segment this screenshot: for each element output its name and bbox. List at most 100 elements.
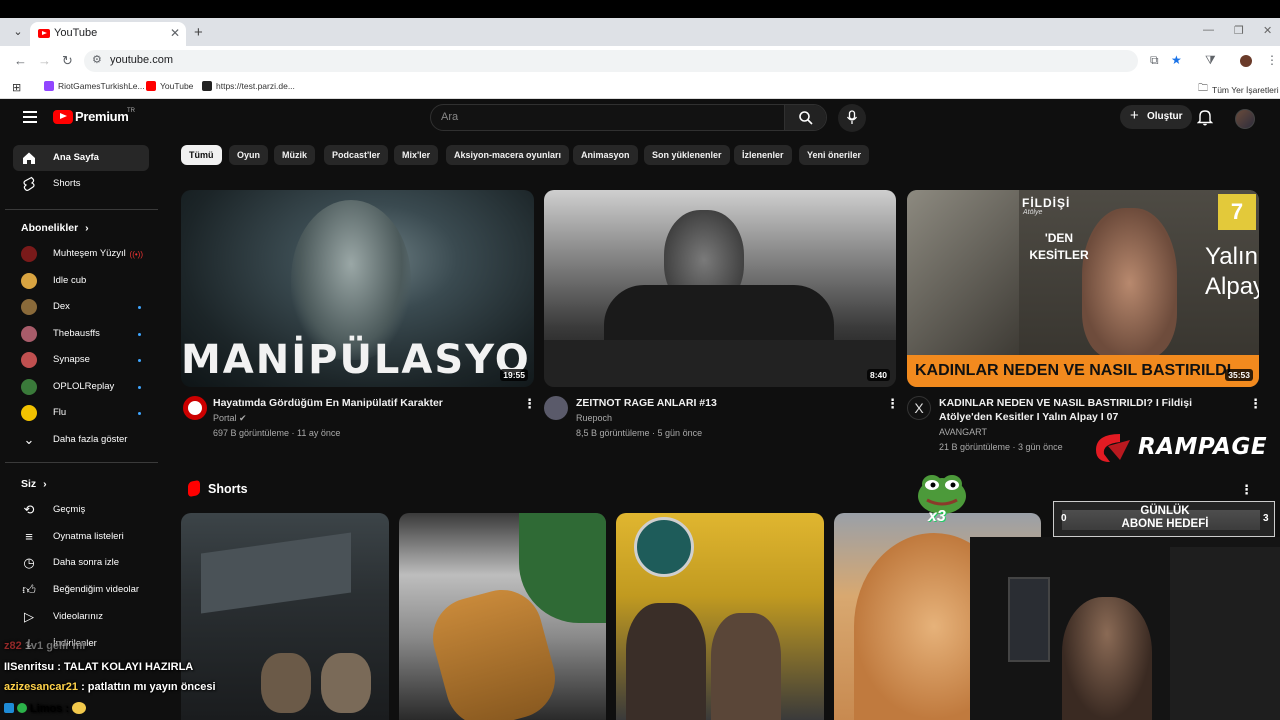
home-icon [23, 152, 35, 164]
install-app-icon[interactable]: ⧉ [1150, 53, 1159, 68]
chat-message: azizesancar21 : patlattın mı yayın önces… [4, 681, 216, 693]
you-heading-label: Siz [21, 478, 37, 490]
tab-search-icon[interactable]: ⌄ [10, 24, 26, 40]
youtube-play-icon [53, 109, 73, 124]
notifications-bell-icon[interactable] [1197, 108, 1213, 126]
voice-search-button[interactable] [838, 104, 866, 132]
chevron-right-icon: › [43, 478, 47, 490]
short-thumbnail[interactable] [399, 513, 606, 720]
sidebar-item-playlists[interactable]: ≡ Oynatma listeleri [13, 524, 149, 550]
video-title[interactable]: Hayatımda Gördüğüm En Manipülatif Karakt… [213, 396, 513, 410]
menu-icon[interactable] [23, 111, 37, 126]
video-thumbnail[interactable]: MANİPÜLASYON 19:55 [181, 190, 534, 387]
chip-new-to-you[interactable]: Yeni öneriler [799, 145, 870, 165]
channel-avatar[interactable] [544, 396, 568, 420]
chip-recently-uploaded[interactable]: Son yüklenenler [644, 145, 730, 165]
search-button[interactable] [784, 105, 826, 130]
chip-music[interactable]: Müzik [274, 145, 316, 165]
watch-later-icon: ◷ [23, 555, 35, 570]
video-channel[interactable]: AVANGART [939, 427, 987, 437]
browser-menu-icon[interactable]: ⋮ [1266, 53, 1278, 67]
live-icon: ((•)) [129, 250, 143, 259]
chip-mixes[interactable]: Mix'ler [394, 145, 439, 165]
tab-close-icon[interactable]: ✕ [170, 26, 180, 40]
chip-watched[interactable]: İzlenenler [734, 145, 792, 165]
channel-avatar [21, 352, 37, 368]
channel-avatar[interactable] [183, 396, 207, 420]
extensions-icon[interactable]: ⧩ [1205, 53, 1216, 68]
sidebar-sub-idlecub[interactable]: Idle cub [13, 268, 149, 294]
window-close-icon[interactable]: ✕ [1263, 24, 1272, 37]
new-tab-icon[interactable]: + [194, 24, 203, 41]
chip-podcasts[interactable]: Podcast'ler [324, 145, 389, 165]
chevron-down-icon: ⌄ [23, 432, 35, 447]
subscriptions-heading[interactable]: Abonelikler › [21, 222, 89, 234]
channel-avatar[interactable]: X [907, 396, 931, 420]
youtube-favicon-icon [38, 29, 50, 38]
profile-icon[interactable] [1240, 55, 1252, 67]
search-input[interactable]: Ara [430, 104, 827, 131]
channel-avatar [21, 273, 37, 289]
chip-action-adventure[interactable]: Aksiyon-macera oyunları [446, 145, 570, 165]
create-button[interactable]: + Oluştur [1120, 105, 1192, 129]
tab-youtube[interactable]: YouTube ✕ [30, 22, 186, 46]
minimize-icon[interactable]: — [1203, 24, 1214, 36]
video-title[interactable]: ZEITNOT RAGE ANLARI #13 [576, 396, 876, 410]
chat-text: : TALAT KOLAYI HAZIRLA [57, 661, 194, 673]
bookmark-riot[interactable]: RiotGamesTurkishLe... [44, 81, 145, 91]
more-options-icon[interactable]: ⋮ [886, 396, 899, 412]
sidebar-sub-synapse[interactable]: Synapse [13, 347, 149, 373]
person-shape [321, 653, 371, 713]
url-field[interactable]: ⚙ youtube.com [84, 50, 1138, 72]
chip-all[interactable]: Tümü [181, 145, 222, 165]
chat-badge-icon [4, 703, 14, 713]
your-videos-icon: ▷ [24, 609, 34, 624]
site-info-icon[interactable]: ⚙ [92, 53, 102, 66]
chat-user: azizesancar21 [4, 681, 78, 693]
more-options-icon[interactable]: ⋮ [523, 396, 536, 412]
bookmark-parzi[interactable]: https://test.parzi.de... [202, 81, 295, 91]
video-channel[interactable]: Portal ✔ [213, 413, 247, 424]
url-text: youtube.com [110, 54, 173, 66]
account-avatar[interactable] [1235, 109, 1255, 129]
bookmark-star-icon[interactable]: ★ [1171, 53, 1182, 67]
sidebar-sub-flu[interactable]: Flu [13, 400, 149, 426]
video-thumbnail[interactable]: 8:40 [544, 190, 896, 387]
rampage-logo-icon [1096, 434, 1130, 462]
sidebar-sub-oplolreplay[interactable]: OPLOLReplay [13, 374, 149, 400]
sidebar-sub-dex[interactable]: Dex [13, 294, 149, 320]
forward-icon[interactable]: → [38, 53, 51, 68]
video-thumbnail[interactable]: FİLDİŞİ Atölye 'DEN KESİTLER Yalın Alpay… [907, 190, 1259, 387]
video-duration: 35:53 [1225, 369, 1253, 381]
sidebar-show-more[interactable]: ⌄ Daha fazla göster [13, 427, 149, 453]
youtube-logo[interactable]: Premium TR [53, 108, 135, 124]
sidebar-item-shorts[interactable]: Shorts [13, 171, 149, 197]
reload-icon[interactable]: ↻ [62, 53, 73, 69]
sidebar-sub-muhtesem[interactable]: Muhteşem Yüzyıl ((•)) [13, 241, 149, 267]
sidebar-item-liked[interactable]: 👍︎ Beğendiğim videolar [13, 577, 149, 603]
more-options-icon[interactable]: ⋮ [1249, 396, 1262, 412]
chip-animation[interactable]: Animasyon [573, 145, 638, 165]
video-channel[interactable]: Ruepoch [576, 413, 612, 423]
twitch-icon [44, 81, 54, 91]
short-thumbnail[interactable] [616, 513, 824, 720]
you-heading[interactable]: Siz › [21, 478, 47, 490]
sidebar-item-label: Daha fazla göster [53, 434, 128, 445]
maximize-icon[interactable]: ❐ [1234, 24, 1244, 37]
bookmark-youtube[interactable]: YouTube [146, 81, 193, 91]
sidebar-item-home[interactable]: Ana Sayfa [13, 145, 149, 171]
chip-gaming[interactable]: Oyun [229, 145, 269, 165]
verified-badge-icon [17, 703, 28, 713]
monitor-shape [1008, 577, 1050, 662]
sidebar-item-history[interactable]: ⟲ Geçmiş [13, 497, 149, 523]
sidebar-item-watch-later[interactable]: ◷ Daha sonra izle [13, 550, 149, 576]
apps-icon[interactable]: ⊞ [12, 81, 21, 94]
create-label: Oluştur [1147, 111, 1183, 122]
chat-user: IISenritsu [4, 661, 55, 673]
video-title[interactable]: KADINLAR NEDEN VE NASIL BASTIRILDI? I Fi… [939, 396, 1239, 424]
back-icon[interactable]: ← [14, 53, 27, 68]
shorts-more-options-icon[interactable]: ⋮ [1240, 482, 1253, 498]
sidebar-item-your-videos[interactable]: ▷ Videolarınız [13, 604, 149, 630]
sidebar-sub-thebausffs[interactable]: Thebausffs [13, 321, 149, 347]
all-bookmarks[interactable]: 🗀 Tüm Yer İşaretleri [1198, 81, 1279, 98]
